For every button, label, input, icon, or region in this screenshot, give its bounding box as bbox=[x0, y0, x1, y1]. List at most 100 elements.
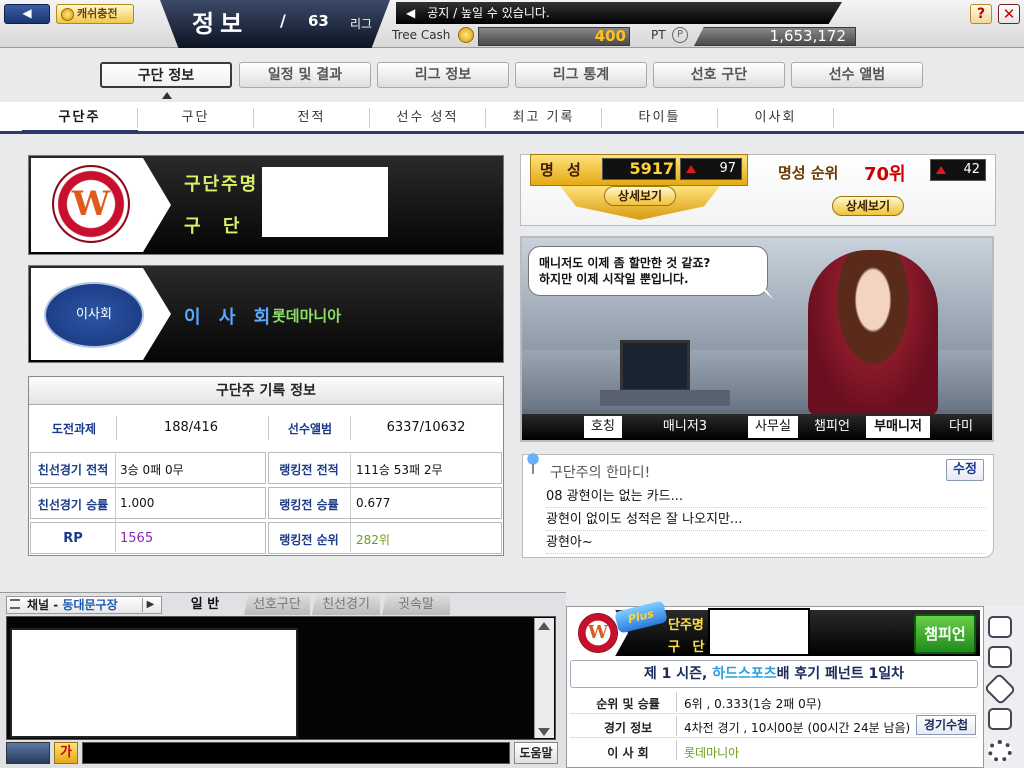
champion-button[interactable]: 챔피언 bbox=[914, 614, 976, 654]
owner-name-redacted bbox=[262, 167, 388, 237]
owner-name-label: 구단주명 bbox=[184, 174, 259, 195]
fame-detail-button[interactable]: 상세보기 bbox=[604, 186, 676, 206]
board-of-directors-icon: 이사회 bbox=[44, 282, 144, 348]
cash-charge-button[interactable]: 캐쉬충전 bbox=[56, 4, 134, 24]
pt-value: 1,653,172 bbox=[769, 27, 846, 45]
chat-redacted-area bbox=[10, 628, 298, 738]
chat-emoticon-button[interactable] bbox=[6, 742, 50, 764]
divider bbox=[115, 454, 116, 552]
chat-input[interactable] bbox=[82, 742, 510, 764]
match-notebook-button[interactable]: 경기수첩 bbox=[916, 715, 976, 735]
role-champion: 챔피언 bbox=[814, 419, 850, 434]
speech-line: 매니저도 이제 좀 할만한 것 같죠? bbox=[539, 256, 711, 270]
ranked-winrate-value: 0.677 bbox=[356, 496, 391, 510]
chat-scrollbar[interactable] bbox=[534, 618, 554, 738]
scroll-down-icon[interactable] bbox=[538, 728, 550, 736]
chat-tab-friendly[interactable]: 친선경기 bbox=[312, 595, 380, 615]
fame-rank-label: 명성 순위 bbox=[778, 164, 839, 182]
board-summary-label: 이 사 회 bbox=[607, 746, 649, 760]
manager-avatar bbox=[808, 250, 938, 416]
challenge-value: 188/416 bbox=[163, 420, 218, 435]
pt-label: PT bbox=[651, 28, 666, 42]
tab-league-info[interactable]: 리그 정보 bbox=[377, 62, 509, 88]
chat-tab-favorite-team[interactable]: 선호구단 bbox=[244, 595, 310, 615]
rank-detail-button[interactable]: 상세보기 bbox=[832, 196, 904, 216]
close-button[interactable]: ✕ bbox=[998, 4, 1020, 24]
ranked-record-value: 111승 53패 2무 bbox=[356, 463, 443, 477]
match-info-label: 경기 정보 bbox=[603, 721, 653, 735]
edit-message-button[interactable]: 수정 bbox=[946, 459, 984, 481]
chat-tab-general[interactable]: 일 반 bbox=[170, 595, 240, 615]
pt-icon: P bbox=[672, 27, 688, 43]
list-item: 광현아~ bbox=[546, 532, 986, 554]
rp-label: RP bbox=[63, 531, 83, 546]
role-office[interactable]: 사무실 bbox=[748, 416, 798, 438]
role-name: 다미 bbox=[949, 419, 973, 434]
speech-bubble: 매니저도 이제 좀 할만한 것 같죠? 하지만 이제 시작일 뿐입니다. bbox=[528, 246, 768, 296]
fame-value: 5917 bbox=[629, 159, 674, 178]
friends-icon[interactable] bbox=[988, 646, 1012, 668]
chat-tab-whisper[interactable]: 귓속말 bbox=[382, 595, 450, 615]
tab-favorite-team[interactable]: 선호 구단 bbox=[653, 62, 785, 88]
list-icon bbox=[10, 599, 20, 609]
league-number: 63 bbox=[308, 12, 329, 30]
chat-channel-selector[interactable]: 채널 - 동대문구장 bbox=[6, 596, 162, 614]
album-label: 선수앨범 bbox=[287, 422, 333, 436]
mini-owner-label: 단주명 bbox=[668, 618, 704, 633]
divider bbox=[676, 716, 677, 736]
friendly-record-label: 친선경기 전적 bbox=[37, 463, 109, 477]
desk bbox=[600, 390, 730, 406]
active-tab-caret-icon bbox=[162, 92, 172, 99]
fame-delta: 97 bbox=[719, 161, 736, 176]
team-logo-icon: W bbox=[52, 165, 130, 243]
memo-icon[interactable] bbox=[988, 708, 1012, 730]
chat-font-button[interactable]: 가 bbox=[54, 742, 78, 764]
album-value: 6337/10632 bbox=[386, 420, 466, 435]
rp-value: 1565 bbox=[120, 531, 154, 546]
channel-play-icon[interactable]: ▶ bbox=[142, 598, 158, 612]
ranked-winrate-label: 랭킹전 승률 bbox=[279, 498, 339, 512]
board-summary-value: 롯데마니아 bbox=[684, 746, 740, 760]
subtab-titles[interactable]: 타이틀 bbox=[602, 108, 718, 128]
subtab-player-stats[interactable]: 선수 성적 bbox=[370, 108, 486, 128]
back-button[interactable]: ◀ bbox=[4, 4, 50, 24]
ranked-rank-value: 282위 bbox=[356, 533, 390, 547]
role-assistant-manager: 부매니저 bbox=[866, 416, 930, 438]
subtab-team[interactable]: 구단 bbox=[138, 108, 254, 128]
rank-winrate-value: 6위 , 0.333(1승 2패 0무) bbox=[684, 697, 822, 711]
tree-cash-value: 400 bbox=[594, 27, 626, 45]
role-manager-level: 매니저3 bbox=[662, 419, 708, 434]
chat-bubble-icon[interactable] bbox=[988, 616, 1012, 638]
ranked-rank-label: 랭킹전 순위 bbox=[279, 533, 339, 547]
speech-line: 하지만 이제 시작일 뿐입니다. bbox=[539, 272, 689, 286]
notice-ticker[interactable]: ◀ 공지 / 높일 수 있습니다. bbox=[396, 2, 842, 24]
up-arrow-icon bbox=[936, 166, 946, 174]
board-label: 이 사 회 bbox=[184, 307, 277, 328]
divider bbox=[268, 416, 269, 440]
league-label: 리그 bbox=[350, 17, 373, 31]
subtab-best-records[interactable]: 최고 기록 bbox=[486, 108, 602, 128]
chat-help-button[interactable]: 도움말 bbox=[514, 742, 558, 764]
rank-delta: 42 bbox=[963, 162, 980, 177]
page-title: 정보 bbox=[192, 10, 249, 38]
subtab-owner[interactable]: 구단주 bbox=[22, 108, 138, 128]
tab-league-stats[interactable]: 리그 통계 bbox=[515, 62, 647, 88]
season-banner: 제 1 시즌, 하드스포츠배 후기 페넌트 1일차 bbox=[570, 660, 978, 688]
scroll-up-icon[interactable] bbox=[538, 622, 550, 630]
back-arrow-icon: ◀ bbox=[22, 6, 32, 20]
gear-icon[interactable] bbox=[988, 740, 1012, 762]
mini-team-logo-icon: W bbox=[578, 613, 618, 653]
subtab-board[interactable]: 이사회 bbox=[718, 108, 834, 128]
tree-cash-coin-icon bbox=[458, 27, 474, 43]
list-item: 광현이 없이도 성적은 잘 나오지만... bbox=[546, 509, 986, 531]
subtab-record[interactable]: 전적 bbox=[254, 108, 370, 128]
divider bbox=[350, 454, 351, 552]
match-info-value: 4차전 경기 , 10시00분 (00시간 24분 남음) bbox=[684, 721, 911, 735]
owner-message-title: 구단주의 한마디! bbox=[550, 465, 651, 481]
tab-team-info[interactable]: 구단 정보 bbox=[100, 62, 232, 88]
help-button[interactable]: ? bbox=[970, 4, 992, 24]
challenge-label: 도전과제 bbox=[51, 422, 97, 436]
tab-schedule-results[interactable]: 일정 및 결과 bbox=[239, 62, 371, 88]
tab-player-album[interactable]: 선수 앨범 bbox=[791, 62, 923, 88]
active-subtab-underline bbox=[22, 130, 138, 133]
